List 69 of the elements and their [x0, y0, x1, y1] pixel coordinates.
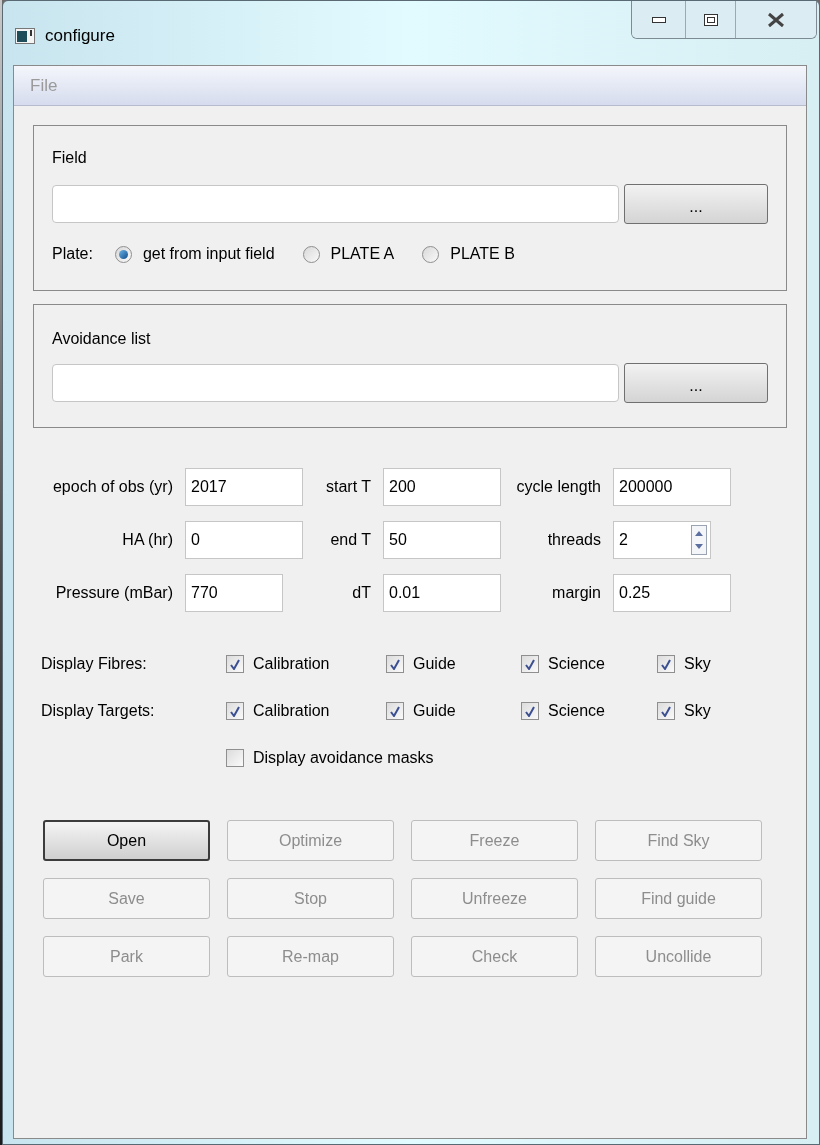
parameter-label: end T: [329, 530, 372, 550]
parameter-field[interactable]: 0: [185, 521, 303, 559]
parameter-field[interactable]: 200000: [613, 468, 731, 506]
parameter-field[interactable]: 0.01: [383, 574, 501, 612]
radio-label: PLATE A: [330, 244, 395, 264]
parameter-label: threads: [546, 530, 602, 550]
checkbox-label: Science: [548, 654, 605, 674]
display-label: Display Fibres:: [41, 654, 148, 674]
maximize-button[interactable]: [686, 1, 736, 38]
checkmark-icon: [230, 705, 240, 717]
checkbox[interactable]: [521, 702, 539, 720]
parameter-label: margin: [551, 583, 602, 603]
parameter-label: cycle length: [515, 477, 602, 497]
radio-button[interactable]: [114, 245, 132, 263]
checkbox[interactable]: [226, 655, 244, 673]
group-title: Field: [52, 148, 88, 168]
parameter-field[interactable]: 200: [383, 468, 501, 506]
window-title: configure: [45, 25, 115, 47]
checkbox[interactable]: [226, 749, 244, 767]
checkmark-icon: [661, 658, 671, 670]
group-title: Avoidance list: [52, 329, 152, 349]
radio-label: PLATE B: [450, 244, 515, 264]
parameter-field[interactable]: 2017: [185, 468, 303, 506]
checkmark-icon: [525, 705, 535, 717]
checkmark-icon: [525, 658, 535, 670]
spin-value: 2: [618, 530, 629, 550]
checkbox[interactable]: [657, 655, 675, 673]
action-button[interactable]: Open: [43, 820, 210, 861]
checkmark-icon: [230, 658, 240, 670]
browse-button[interactable]: ...: [624, 184, 768, 224]
parameter-label: epoch of obs (yr): [51, 477, 174, 497]
parameter-label: Pressure (mBar): [54, 583, 174, 603]
checkbox[interactable]: [657, 702, 675, 720]
checkbox-label: Science: [548, 701, 605, 721]
checkmark-icon: [661, 705, 671, 717]
checkmark-icon: [390, 705, 400, 717]
checkmark-icon: [390, 658, 400, 670]
app-icon: [15, 27, 35, 44]
file-path-field[interactable]: [52, 185, 619, 223]
maximize-icon: [703, 13, 718, 26]
checkbox[interactable]: [386, 702, 404, 720]
parameter-label: dT: [351, 583, 372, 603]
browse-button[interactable]: ...: [624, 363, 768, 403]
display-label: Display Targets:: [41, 701, 156, 721]
spin-box[interactable]: 2: [613, 521, 711, 559]
checkbox-label: Sky: [684, 654, 711, 674]
parameter-label: start T: [324, 477, 372, 497]
plate-label: Plate:: [52, 244, 93, 264]
checkbox-label: Calibration: [253, 701, 330, 721]
checkbox[interactable]: [226, 702, 244, 720]
parameter-field[interactable]: 50: [383, 521, 501, 559]
checkbox-label: Sky: [684, 701, 711, 721]
minimize-icon: [651, 16, 666, 23]
checkbox-label: Calibration: [253, 654, 330, 674]
radio-button[interactable]: [302, 245, 320, 263]
parameter-field[interactable]: 0.25: [613, 574, 731, 612]
checkbox[interactable]: [386, 655, 404, 673]
file-path-field[interactable]: [52, 364, 619, 402]
parameter-label: HA (hr): [121, 530, 174, 550]
radio-button[interactable]: [422, 245, 440, 263]
radio-label: get from input field: [142, 244, 275, 264]
checkbox-label: Display avoidance masks: [253, 748, 434, 768]
checkbox-label: Guide: [413, 701, 456, 721]
parameter-field[interactable]: 770: [185, 574, 283, 612]
spin-arrows-icon[interactable]: [691, 525, 707, 555]
close-icon: [767, 11, 785, 28]
checkbox-label: Guide: [413, 654, 456, 674]
checkbox[interactable]: [521, 655, 539, 673]
close-button[interactable]: [736, 1, 816, 38]
